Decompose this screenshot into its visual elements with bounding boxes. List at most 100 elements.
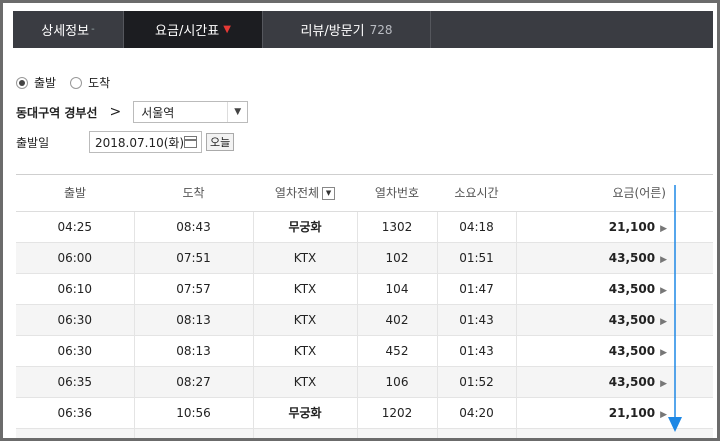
cell-arrival: 08:43 <box>134 211 254 243</box>
cell-fare[interactable]: 43,500 ▶ <box>516 242 713 274</box>
tab-details-suffix: - <box>91 24 95 35</box>
tab-reviews[interactable]: 리뷰/방문기 728 <box>263 11 431 48</box>
date-input[interactable]: 2018.07.10(화) <box>89 131 202 153</box>
chevron-right-icon[interactable]: ▶ <box>660 348 667 358</box>
today-button[interactable]: 오늘 <box>206 133 235 151</box>
cell-fare[interactable]: 43,500 ▶ <box>516 335 713 367</box>
timetable: 출발 도착 열차전체 ▼ 열차번호 소요시간 요금(어른) 04:25 08:43 무… <box>16 174 713 439</box>
fare-value: 21,100 <box>608 405 656 420</box>
page-frame: 상세정보 - 요금/시간표 ▼ 리뷰/방문기 728 출발 도착 동대구역 경부… <box>0 0 720 441</box>
cell-train-type: 무궁화 <box>253 397 358 429</box>
table-header-row: 출발 도착 열차전체 ▼ 열차번호 소요시간 요금(어른) <box>16 175 713 212</box>
chevron-right-icon[interactable]: ▶ <box>660 379 667 389</box>
fare-value: 43,500 <box>608 343 656 358</box>
radio-unchecked-icon <box>70 76 83 89</box>
route-arrow: > <box>109 104 122 120</box>
table-row[interactable]: 06:36 10:56 무궁화 1202 04:20 21,100 ▶ <box>16 397 713 429</box>
tab-bar: 상세정보 - 요금/시간표 ▼ 리뷰/방문기 728 <box>13 11 713 48</box>
fare-value: 43,500 <box>608 281 656 296</box>
cell-train-number: 402 <box>357 304 438 336</box>
header-fare: 요금(어른) <box>516 175 713 212</box>
cell-duration: 01:47 <box>437 273 517 305</box>
header-train-type-label: 열차전체 <box>274 186 320 201</box>
date-row: 출발일 2018.07.10(화) 오늘 <box>16 131 235 153</box>
cell-train-type: 무궁화 <box>253 211 358 243</box>
cell-train-type: KTX <box>253 273 358 305</box>
table-row[interactable]: 06:30 08:13 KTX 402 01:43 43,500 ▶ <box>16 304 713 336</box>
fare-value: 43,500 <box>608 312 656 327</box>
cell-train-number: 102 <box>357 242 438 274</box>
cell-fare[interactable]: 21,100 ▶ <box>516 211 713 243</box>
caret-down-icon: ▼ <box>223 24 231 35</box>
route-row: 동대구역 경부선 > 서울역 ▼ <box>16 101 249 123</box>
calendar-icon[interactable] <box>184 136 197 148</box>
cell-train-number: 1302 <box>357 211 438 243</box>
fare-value: 21,100 <box>608 219 656 234</box>
date-value: 2018.07.10(화) <box>95 135 185 150</box>
scroll-down-arrow-icon <box>668 185 682 432</box>
radio-arrival-label: 도착 <box>88 76 111 90</box>
cell-duration: 02:00 <box>437 428 517 438</box>
cell-departure: 06:10 <box>16 273 135 305</box>
cell-arrival: 08:13 <box>134 304 254 336</box>
cell-train-type: KTX <box>253 335 358 367</box>
chevron-right-icon[interactable]: ▶ <box>660 286 667 296</box>
cell-duration: 04:18 <box>437 211 517 243</box>
header-arrival: 도착 <box>134 175 253 212</box>
chevron-right-icon[interactable]: ▶ <box>660 255 667 265</box>
cell-departure: 06:00 <box>16 242 135 274</box>
cell-arrival: 10:56 <box>134 397 254 429</box>
cell-fare[interactable]: 21,100 ▶ <box>516 397 713 429</box>
header-duration: 소요시간 <box>437 175 516 212</box>
chevron-right-icon[interactable]: ▶ <box>660 224 667 234</box>
cell-train-type: KTX <box>253 304 358 336</box>
cell-train-number: 104 <box>357 273 438 305</box>
radio-arrival[interactable]: 도착 <box>70 74 110 91</box>
cell-departure: 06:35 <box>16 366 135 398</box>
timetable-table: 출발 도착 열차전체 ▼ 열차번호 소요시간 요금(어른) 04:25 08:43 무… <box>16 175 713 439</box>
chevron-right-icon[interactable]: ▶ <box>660 317 667 327</box>
fare-value: 43,500 <box>608 250 656 265</box>
tab-fare-timetable-label: 요금/시간표 <box>155 24 220 39</box>
cell-departure: 06:30 <box>16 335 135 367</box>
cell-duration: 01:43 <box>437 335 517 367</box>
table-row[interactable]: 06:4008:40KTX00602:0043,500▶ <box>16 428 713 439</box>
cell-duration: 01:52 <box>437 366 517 398</box>
chevron-right-icon[interactable]: ▶ <box>660 410 667 420</box>
table-row[interactable]: 06:35 08:27 KTX 106 01:52 43,500 ▶ <box>16 366 713 398</box>
cell-fare[interactable]: 43,500▶ <box>516 428 713 439</box>
cell-train-number: 106 <box>357 366 438 398</box>
cell-departure: 06:36 <box>16 397 135 429</box>
cell-duration: 01:51 <box>437 242 517 274</box>
cell-train-type: KTX <box>253 428 358 438</box>
timetable-body: 04:25 08:43 무궁화 1302 04:18 21,100 ▶ 06:00 07:51 K… <box>16 211 713 439</box>
destination-value: 서울역 <box>141 105 175 120</box>
tab-details[interactable]: 상세정보 - <box>13 11 124 48</box>
filter-dropdown-icon[interactable]: ▼ <box>322 187 336 201</box>
header-train-type[interactable]: 열차전체 ▼ <box>253 175 357 212</box>
fare-value: 43,500 <box>609 437 655 439</box>
cell-duration: 04:20 <box>437 397 517 429</box>
cell-train-number: 1202 <box>357 397 438 429</box>
direction-radio-group: 출발 도착 <box>16 74 124 91</box>
cell-train-number: 452 <box>357 335 438 367</box>
table-row[interactable]: 04:25 08:43 무궁화 1302 04:18 21,100 ▶ <box>16 211 713 243</box>
cell-fare[interactable]: 43,500▶ <box>516 366 713 398</box>
radio-departure[interactable]: 출발 <box>16 74 56 91</box>
destination-select[interactable]: 서울역 ▼ <box>133 101 249 123</box>
table-row[interactable]: 06:00 07:51 KTX 102 01:51 43,500 ▶ <box>16 242 713 274</box>
origin-line-label: 동대구역 경부선 <box>16 105 98 120</box>
dropdown-arrow-icon: ▼ <box>227 102 247 122</box>
table-row[interactable]: 06:10 07:57 KTX 104 01:47 43,500 ▶ <box>16 273 713 305</box>
tab-fare-timetable[interactable]: 요금/시간표 ▼ <box>124 11 263 48</box>
cell-duration: 01:43 <box>437 304 517 336</box>
cell-arrival: 08:27 <box>134 366 254 398</box>
cell-fare[interactable]: 43,500 ▶ <box>516 273 713 305</box>
cell-departure: 06:40 <box>16 428 135 438</box>
table-row[interactable]: 06:30 08:13 KTX 452 01:43 43,500 ▶ <box>16 335 713 367</box>
radio-departure-label: 출발 <box>34 76 57 90</box>
cell-fare[interactable]: 43,500 ▶ <box>516 304 713 336</box>
header-train-number: 열차번호 <box>357 175 437 212</box>
cell-departure: 04:25 <box>16 211 135 243</box>
cell-departure: 06:30 <box>16 304 135 336</box>
